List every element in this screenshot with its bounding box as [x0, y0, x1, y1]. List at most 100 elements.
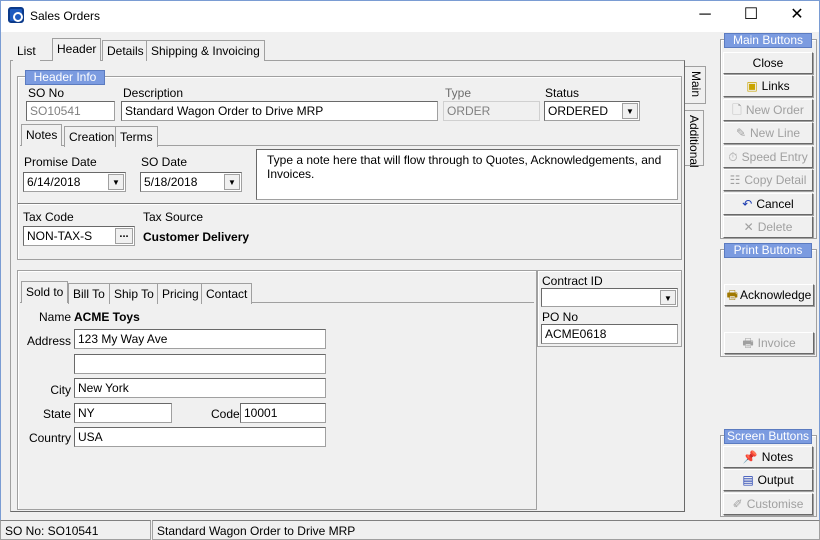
output-label: Output [757, 473, 794, 487]
tax-source-label: Tax Source [143, 210, 204, 224]
new-order-button[interactable]: 🗋 New Order [723, 99, 813, 121]
chevron-down-icon[interactable]: ▼ [622, 103, 638, 119]
maximize-button[interactable]: ☐ [728, 0, 774, 30]
promise-date-value: 6/14/2018 [27, 175, 81, 189]
customise-label: Customise [746, 497, 804, 511]
so-date-value: 5/18/2018 [144, 175, 198, 189]
links-icon: ▣ [746, 79, 758, 93]
lookup-button[interactable]: ... [115, 228, 133, 244]
subtab-terms[interactable]: Terms [115, 126, 158, 147]
app-icon [8, 7, 24, 23]
po-no-label: PO No [542, 310, 579, 324]
subtab-creation[interactable]: Creation [64, 126, 120, 147]
notes-label: Notes [761, 450, 794, 464]
tab-details[interactable]: Details [102, 40, 149, 61]
window-title: Sales Orders [30, 9, 101, 23]
close-window-button[interactable]: ✕ [774, 0, 820, 30]
copy-detail-button[interactable]: ☷ Copy Detail [723, 169, 813, 191]
tab-ship-to[interactable]: Ship To [109, 283, 159, 304]
so-no-field[interactable]: SO10541 [26, 101, 115, 121]
chevron-down-icon[interactable]: ▼ [660, 290, 676, 305]
tab-contact[interactable]: Contact [201, 283, 253, 304]
city-field[interactable]: New York [74, 378, 326, 398]
name-value: ACME Toys [74, 310, 140, 324]
status-so-no: SO No: SO10541 [0, 520, 151, 540]
chevron-down-icon[interactable]: ▼ [108, 174, 124, 190]
address-label: Address [26, 334, 71, 348]
new-document-icon: 🗋 [732, 103, 742, 117]
close-button[interactable]: Close [723, 52, 813, 74]
type-label: Type [445, 86, 472, 100]
tab-pricing[interactable]: Pricing [157, 283, 204, 304]
pencil-icon: ✎ [735, 126, 747, 140]
links-button[interactable]: ▣ Links [723, 75, 813, 97]
output-button[interactable]: ▤ Output [723, 469, 813, 491]
description-field[interactable]: Standard Wagon Order to Drive MRP [121, 101, 438, 121]
subtab-notes[interactable]: Notes [21, 124, 63, 146]
delete-label: Delete [757, 220, 793, 234]
side-tab-main[interactable]: Main [685, 66, 706, 104]
tab-list[interactable]: List [13, 41, 40, 62]
tab-sold-to[interactable]: Sold to [21, 281, 69, 303]
print-buttons-label: Print Buttons [724, 243, 812, 258]
minimize-button[interactable]: ─ [682, 0, 728, 30]
copy-detail-label: Copy Detail [744, 173, 807, 187]
promise-date-label: Promise Date [24, 155, 97, 169]
address-line2-field[interactable] [74, 354, 326, 374]
screen-buttons-label: Screen Buttons [724, 429, 812, 444]
notes-icon: 📌 [742, 450, 758, 464]
state-label: State [42, 407, 71, 421]
name-label: Name [38, 310, 71, 324]
postal-code-field[interactable]: 10001 [240, 403, 326, 423]
print-icon: 🖶 [726, 288, 738, 302]
acknowledge-button[interactable]: 🖶 Acknowledge [724, 284, 814, 306]
po-no-field[interactable]: ACME0618 [541, 324, 678, 344]
speed-entry-label: Speed Entry [741, 150, 808, 164]
customise-button[interactable]: ✐ Customise [723, 493, 813, 515]
description-label: Description [123, 86, 184, 100]
country-field[interactable]: USA [74, 427, 326, 447]
speed-entry-button[interactable]: ⏱ Speed Entry [723, 146, 813, 168]
notes-textarea[interactable]: Type a note here that will flow through … [256, 149, 678, 200]
contract-id-label: Contract ID [542, 274, 603, 288]
side-tab-additional[interactable]: Additional [685, 110, 704, 168]
cancel-button[interactable]: ↶ Cancel [723, 193, 813, 215]
status-select[interactable]: ORDERED ▼ [544, 101, 640, 121]
tab-header[interactable]: Header [52, 38, 101, 61]
tab-bill-to[interactable]: Bill To [68, 283, 110, 304]
output-icon: ▤ [742, 473, 754, 487]
close-button-label: Close [752, 56, 784, 70]
customise-icon: ✐ [732, 497, 743, 511]
delete-button[interactable]: ✕ Delete [723, 216, 813, 238]
so-date-picker[interactable]: 5/18/2018 ▼ [140, 172, 242, 192]
x-icon: ✕ [743, 220, 754, 234]
chevron-down-icon[interactable]: ▼ [224, 174, 240, 190]
state-field[interactable]: NY [74, 403, 172, 423]
tax-code-field[interactable]: NON-TAX-S... [23, 226, 135, 246]
new-line-button[interactable]: ✎ New Line [723, 122, 813, 144]
tax-code-value: NON-TAX-S [27, 229, 93, 243]
address-line1-field[interactable]: 123 My Way Ave [74, 329, 326, 349]
invoice-button[interactable]: 🖶 Invoice [724, 332, 814, 354]
country-label: Country [28, 431, 71, 445]
contract-id-select[interactable]: ▼ [541, 288, 678, 307]
notes-button[interactable]: 📌 Notes [723, 446, 813, 468]
header-info-label: Header Info [25, 70, 105, 85]
invoice-label: Invoice [757, 336, 796, 350]
tab-shipping-invoicing[interactable]: Shipping & Invoicing [146, 40, 265, 61]
code-label: Code [211, 407, 240, 421]
links-button-label: Links [761, 79, 790, 93]
city-label: City [50, 383, 71, 397]
status-value: ORDERED [548, 104, 609, 118]
invoice-icon: 🖶 [742, 336, 754, 350]
tax-code-label: Tax Code [23, 210, 74, 224]
divider [18, 203, 681, 205]
undo-icon: ↶ [742, 197, 753, 211]
status-label: Status [545, 86, 580, 100]
acknowledge-label: Acknowledge [739, 288, 812, 302]
promise-date-picker[interactable]: 6/14/2018 ▼ [23, 172, 126, 192]
so-date-label: SO Date [141, 155, 188, 169]
tax-source-value: Customer Delivery [143, 230, 250, 244]
copy-icon: ☷ [729, 173, 741, 187]
new-order-label: New Order [745, 103, 804, 117]
